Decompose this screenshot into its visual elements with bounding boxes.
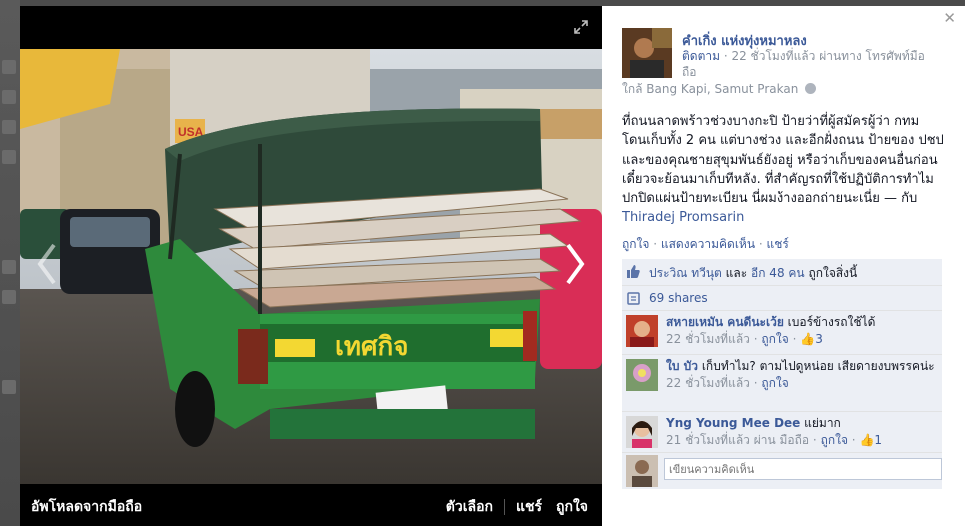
thumbs-up-icon: 👍 xyxy=(800,332,816,346)
post-body-text: ที่ถนนลาดพร้าวช่วงบางกะปิ ป้ายว่าที่ผู้ส… xyxy=(622,114,944,207)
like-photo-button[interactable]: ถูกใจ xyxy=(556,496,588,518)
comment-like-count[interactable]: 👍1 xyxy=(859,433,882,447)
comment-like-link[interactable]: ถูกใจ xyxy=(761,332,788,346)
previous-photo-arrow-icon[interactable] xyxy=(32,239,62,289)
comment-input[interactable] xyxy=(664,458,942,480)
likes-summary: ประวิณ ทวีนุต และ อีก 48 คน ถูกใจสิ่งนี้ xyxy=(622,259,942,286)
current-user-avatar xyxy=(626,455,658,487)
shares-summary: 69 shares xyxy=(622,286,942,311)
like-link[interactable]: ถูกใจ xyxy=(622,237,649,251)
commenter-avatar[interactable] xyxy=(626,315,658,347)
photo-stage: USA เทศกิจ อัพโหลดจากมือถือ ตัวเลือก แชร… xyxy=(20,6,602,526)
share-link[interactable]: แชร์ xyxy=(767,237,789,251)
commenter-avatar[interactable] xyxy=(626,416,658,448)
comment-composer xyxy=(622,453,942,489)
follow-link[interactable]: ติดตาม xyxy=(682,49,720,63)
tagged-person-link[interactable]: Thiradej Promsarin xyxy=(622,210,744,225)
comment-text: แย่มาก xyxy=(800,416,841,430)
comment-body: ใบ บัว เก็บทำไม? ตามไปดูหน่อย เสียดายงบพ… xyxy=(666,358,938,392)
comment-item: Yng Young Mee Dee แย่มาก 21 ชั่วโมงที่แล… xyxy=(622,412,942,453)
next-photo-arrow-icon[interactable] xyxy=(560,239,590,289)
privacy-icon[interactable] xyxy=(805,83,817,94)
shares-count-link[interactable]: 69 shares xyxy=(649,291,708,305)
photo-footer-bar: อัพโหลดจากมือถือ ตัวเลือก แชร์ ถูกใจ xyxy=(20,484,602,526)
author-avatar[interactable] xyxy=(622,28,672,78)
other-likers-link[interactable]: อีก 48 คน xyxy=(751,266,805,280)
share-photo-button[interactable]: แชร์ xyxy=(516,496,542,518)
comment-like-count[interactable]: 👍3 xyxy=(800,332,823,346)
comment-item: สหายเหมัน คนดีนะเว้ย เบอร์ข้างรถใช้ได้ 2… xyxy=(622,311,942,355)
comment-meta: 21 ชั่วโมงที่แล้ว ผ่าน มือถือ · ถูกใจ · … xyxy=(666,433,883,447)
comment-link[interactable]: แสดงความคิดเห็น xyxy=(661,237,755,251)
divider xyxy=(503,499,505,515)
close-icon[interactable]: ✕ xyxy=(943,11,956,26)
comment-body: Yng Young Mee Dee แย่มาก 21 ชั่วโมงที่แล… xyxy=(666,415,938,449)
truck-lettering: เทศกิจ xyxy=(335,332,409,362)
liker-name-link[interactable]: ประวิณ ทวีนุต xyxy=(649,266,722,280)
share-icon xyxy=(627,292,640,305)
thumbs-up-icon xyxy=(627,265,640,278)
post-location: ใกล้ Bang Kapi, Samut Prakan xyxy=(622,80,817,99)
photo-actions: ตัวเลือก แชร์ ถูกใจ xyxy=(446,496,588,518)
post-photo[interactable]: USA เทศกิจ xyxy=(20,49,602,484)
options-button[interactable]: ตัวเลือก xyxy=(446,496,493,518)
comment-text: เบอร์ข้างรถใช้ได้ xyxy=(783,315,876,329)
upload-source-label: อัพโหลดจากมือถือ xyxy=(31,499,143,515)
comment-like-link[interactable]: ถูกใจ xyxy=(821,433,848,447)
post-action-links: ถูกใจ · แสดงความคิดเห็น · แชร์ xyxy=(622,237,789,251)
comment-like-link[interactable]: ถูกใจ xyxy=(761,376,788,390)
commenter-avatar[interactable] xyxy=(626,359,658,391)
comment-text: เก็บทำไม? ตามไปดูหน่อย เสียดายงบพรรคน่ะ xyxy=(698,359,935,373)
commenter-name[interactable]: สหายเหมัน คนดีนะเว้ย xyxy=(666,315,784,329)
commenter-name[interactable]: Yng Young Mee Dee xyxy=(666,416,800,430)
background-page-strip xyxy=(0,0,20,526)
comment-meta: 22 ชั่วโมงที่แล้ว · ถูกใจ · 👍3 xyxy=(666,332,823,346)
fullscreen-icon[interactable] xyxy=(574,20,588,34)
commenter-name[interactable]: ใบ บัว xyxy=(666,359,698,373)
post-meta: ติดตาม · 22 ชั่วโมงที่แล้ว ผ่านทาง โทรศั… xyxy=(682,48,937,80)
comment-item: ใบ บัว เก็บทำไม? ตามไปดูหน่อย เสียดายงบพ… xyxy=(622,355,942,412)
thumbs-up-icon: 👍 xyxy=(859,433,875,447)
post-body: ที่ถนนลาดพร้าวช่วงบางกะปิ ป้ายว่าที่ผู้ส… xyxy=(622,112,947,228)
comment-meta: 22 ชั่วโมงที่แล้ว · ถูกใจ xyxy=(666,376,789,390)
location-text[interactable]: ใกล้ Bang Kapi, Samut Prakan xyxy=(622,82,798,96)
post-side-panel: ✕ คำเกิ่ง แห่งทุ่งหมาหลง ติดตาม · 22 ชั่… xyxy=(602,6,965,526)
comment-body: สหายเหมัน คนดีนะเว้ย เบอร์ข้างรถใช้ได้ 2… xyxy=(666,314,938,348)
likes-text: ประวิณ ทวีนุต และ อีก 48 คน ถูกใจสิ่งนี้ xyxy=(649,266,858,280)
